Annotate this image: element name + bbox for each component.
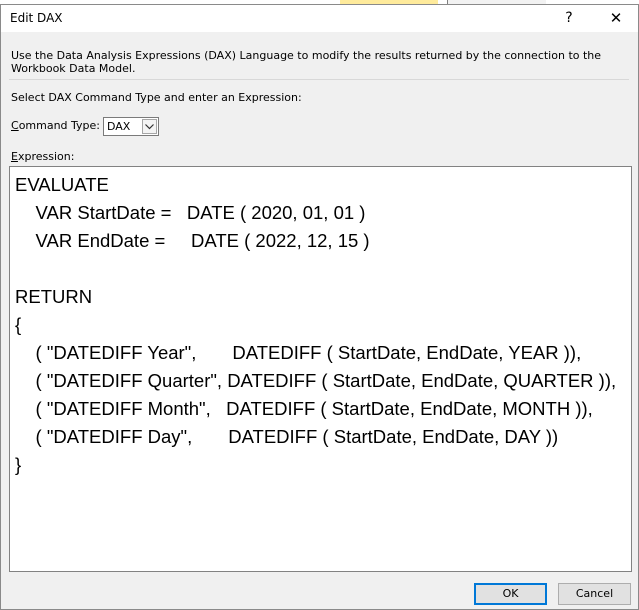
separator — [9, 79, 629, 80]
code-line: ( "DATEDIFF Year", DATEDIFF ( StartDate,… — [15, 342, 582, 363]
chevron-down-icon[interactable] — [142, 119, 157, 134]
title-bar: Edit DAX ? ✕ — [1, 5, 638, 32]
code-line: EVALUATE — [15, 174, 109, 195]
description-text: Use the Data Analysis Expressions (DAX) … — [11, 49, 602, 75]
code-line: ( "DATEDIFF Quarter", DATEDIFF ( StartDa… — [15, 370, 617, 391]
command-type-value: DAX — [107, 120, 131, 133]
code-line: ( "DATEDIFF Month", DATEDIFF ( StartDate… — [15, 398, 593, 419]
cancel-button[interactable]: Cancel — [558, 583, 631, 605]
code-line: VAR StartDate = DATE ( 2020, 01, 01 ) — [15, 202, 366, 223]
expression-label: Expression: — [11, 150, 75, 163]
expression-editor[interactable]: EVALUATE VAR StartDate = DATE ( 2020, 01… — [9, 166, 632, 572]
help-button[interactable]: ? — [554, 6, 584, 30]
edit-dax-dialog: Edit DAX ? ✕ Use the Data Analysis Expre… — [0, 4, 639, 610]
command-type-select[interactable]: DAX — [103, 117, 159, 136]
code-line: RETURN — [15, 286, 93, 307]
code-line: } — [15, 454, 22, 475]
dialog-title: Edit DAX — [10, 11, 63, 25]
select-command-label: Select DAX Command Type and enter an Exp… — [11, 91, 302, 104]
code-line: ( "DATEDIFF Day", DATEDIFF ( StartDate, … — [15, 426, 559, 447]
ok-button[interactable]: OK — [474, 583, 547, 605]
close-button[interactable]: ✕ — [599, 6, 633, 30]
code-line: { — [15, 314, 22, 335]
code-line: VAR EndDate = DATE ( 2022, 12, 15 ) — [15, 230, 370, 251]
command-type-label: Command Type: — [11, 119, 101, 132]
